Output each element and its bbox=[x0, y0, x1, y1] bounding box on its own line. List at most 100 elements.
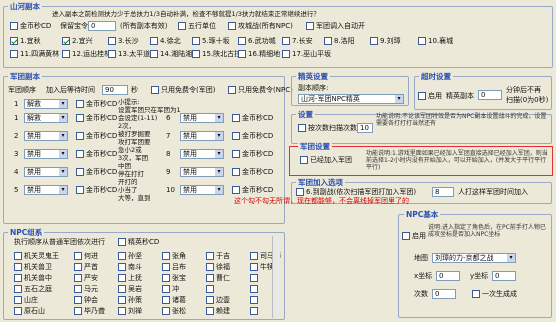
npc-checkbox[interactable] bbox=[250, 285, 260, 294]
npc-checkbox[interactable]: 孙坚 bbox=[118, 252, 142, 261]
checkbox-box[interactable] bbox=[118, 274, 126, 282]
npc-checkbox[interactable] bbox=[206, 285, 216, 294]
timeout-minutes-input[interactable]: 0 bbox=[478, 90, 502, 100]
join-people-input[interactable]: 8 bbox=[432, 187, 454, 197]
npc-checkbox[interactable]: 原石山 bbox=[14, 307, 45, 316]
checkbox-box[interactable] bbox=[206, 263, 214, 271]
wait-time-input[interactable]: 90 bbox=[102, 85, 128, 95]
city-checkbox[interactable]: 6.武功城 bbox=[238, 37, 276, 46]
checkbox-box[interactable] bbox=[162, 263, 170, 271]
npc-checkbox[interactable]: 毕乃聋 bbox=[74, 307, 105, 316]
npc-checkbox[interactable]: 严安 bbox=[74, 274, 98, 283]
checkbox-row-gold-cd[interactable]: 金币秒CD bbox=[76, 150, 117, 159]
city-checkbox[interactable]: 10.襄城 bbox=[418, 37, 453, 46]
checkbox-box[interactable] bbox=[250, 252, 258, 260]
checkbox-row-gold-cd[interactable]: 金币秒CD bbox=[232, 168, 273, 177]
city-checkbox[interactable]: 5.琢十坂 bbox=[192, 37, 230, 46]
checkbox-box[interactable] bbox=[150, 37, 158, 45]
army-row-select[interactable]: 禁用 bbox=[24, 131, 68, 141]
city-checkbox[interactable]: 7.长安 bbox=[282, 37, 313, 46]
npc-checkbox[interactable]: 钟会 bbox=[74, 296, 98, 305]
npc-checkbox[interactable]: 诸葛 bbox=[162, 296, 186, 305]
npc-checkbox[interactable]: 上抚 bbox=[118, 274, 142, 283]
checkbox-box[interactable] bbox=[14, 274, 22, 282]
checkbox-box[interactable] bbox=[118, 307, 126, 315]
checkbox-box[interactable] bbox=[250, 296, 258, 304]
city-checkbox[interactable]: 16.精细地 bbox=[238, 50, 280, 59]
city-checkbox[interactable]: 12.运出桂林 bbox=[62, 50, 111, 59]
checkbox-box[interactable] bbox=[76, 114, 84, 122]
npc-checkbox[interactable]: 机关兽中 bbox=[14, 274, 52, 283]
checkbox-box[interactable] bbox=[250, 263, 258, 271]
checkbox-box[interactable] bbox=[10, 22, 18, 30]
city-checkbox[interactable]: 1.宜秋 bbox=[10, 37, 41, 46]
checkbox-box[interactable] bbox=[370, 37, 378, 45]
checkbox-box[interactable] bbox=[206, 307, 214, 315]
army-select-top[interactable]: 解救 bbox=[24, 99, 68, 109]
city-checkbox[interactable]: 15.陕北古拉 bbox=[192, 50, 241, 59]
checkbox-box[interactable] bbox=[232, 132, 240, 140]
checkbox-box[interactable] bbox=[418, 37, 426, 45]
checkbox-box[interactable] bbox=[232, 186, 240, 194]
npc-checkbox[interactable]: 严首 bbox=[74, 263, 98, 272]
npc-checkbox[interactable]: 南斗 bbox=[118, 263, 142, 272]
checkbox-free-army[interactable]: 只用免费令(军团) bbox=[151, 86, 215, 95]
checkbox-box[interactable] bbox=[162, 285, 170, 293]
npc-checkbox[interactable] bbox=[250, 307, 260, 316]
checkbox-already-joined[interactable]: 已经加入军团 bbox=[300, 156, 352, 165]
checkbox-row-gold-cd[interactable]: 金币秒CD bbox=[232, 114, 273, 123]
npc-checkbox[interactable]: 徐福 bbox=[206, 263, 230, 272]
checkbox-box[interactable] bbox=[62, 37, 70, 45]
elite-order-select[interactable]: 山河-军团NPC精英 bbox=[298, 94, 404, 104]
checkbox-timeout-enable[interactable]: 启用 bbox=[418, 92, 442, 101]
checkbox-box[interactable] bbox=[14, 263, 22, 271]
checkbox-box[interactable] bbox=[74, 296, 82, 304]
checkbox-box[interactable] bbox=[14, 285, 22, 293]
checkbox-box[interactable] bbox=[192, 37, 200, 45]
army-row-select[interactable]: 禁用 bbox=[24, 149, 68, 159]
npc-checkbox[interactable]: 赖建 bbox=[206, 307, 230, 316]
army-row-select[interactable]: 禁用 bbox=[24, 185, 68, 195]
checkbox-box[interactable] bbox=[162, 274, 170, 282]
checkbox-box[interactable] bbox=[118, 285, 126, 293]
npc-checkbox[interactable]: 孙策 bbox=[118, 296, 142, 305]
checkbox-box[interactable] bbox=[10, 37, 18, 45]
checkbox-box[interactable] bbox=[108, 37, 116, 45]
army-row-select[interactable]: 禁用 bbox=[180, 131, 224, 141]
checkbox-army-auto[interactable]: 军团调入自动开 bbox=[306, 22, 365, 31]
npc-checkbox[interactable]: 吴岩 bbox=[118, 285, 142, 294]
npc-checkbox[interactable]: 牛犊 bbox=[250, 263, 274, 272]
checkbox-box[interactable] bbox=[74, 307, 82, 315]
checkbox-box[interactable] bbox=[238, 50, 246, 58]
checkbox-box[interactable] bbox=[282, 50, 290, 58]
npc-checkbox[interactable]: 冲 bbox=[162, 285, 179, 294]
city-checkbox[interactable]: 2.宜兴 bbox=[62, 37, 93, 46]
checkbox-elite-cd[interactable]: 精英秒CD bbox=[118, 238, 159, 247]
npc-checkbox[interactable]: 五石之庭 bbox=[14, 285, 52, 294]
checkbox-row-gold-cd[interactable]: 金币秒CD bbox=[76, 114, 117, 123]
checkbox-box[interactable] bbox=[250, 274, 258, 282]
checkbox-one-time[interactable]: 一次生成成 bbox=[472, 290, 517, 299]
checkbox-five-elements[interactable]: 五行单位 bbox=[178, 22, 216, 31]
npc-checkbox[interactable] bbox=[250, 296, 260, 305]
checkbox-box[interactable] bbox=[206, 285, 214, 293]
checkbox-box[interactable] bbox=[14, 307, 22, 315]
checkbox-row-gold-cd[interactable]: 金币秒CD bbox=[232, 150, 273, 159]
checkbox-row-gold-cd[interactable]: 金币秒CD bbox=[232, 132, 273, 141]
count-input[interactable]: 10 bbox=[357, 123, 373, 133]
y-input[interactable]: 0 bbox=[492, 271, 516, 281]
checkbox-box[interactable] bbox=[192, 50, 200, 58]
checkbox-keep-baoling[interactable]: 保留宝令 bbox=[60, 22, 88, 31]
npc-checkbox[interactable]: 机关灵鬼王 bbox=[14, 252, 59, 261]
army-row-select[interactable]: 禁用 bbox=[180, 185, 224, 195]
checkbox-box[interactable] bbox=[74, 285, 82, 293]
checkbox-box[interactable] bbox=[232, 168, 240, 176]
army-row-select[interactable]: 禁用 bbox=[24, 167, 68, 177]
army-row-select[interactable]: 禁用 bbox=[180, 113, 224, 123]
npc-checkbox[interactable]: 机关兽卫 bbox=[14, 263, 52, 272]
checkbox-box[interactable] bbox=[118, 252, 126, 260]
npc-checkbox[interactable]: 曹仁 bbox=[206, 274, 230, 283]
checkbox-box[interactable] bbox=[282, 37, 290, 45]
checkbox-npc-enable[interactable]: 启用 bbox=[402, 232, 426, 241]
npc-count-input[interactable]: 0 bbox=[432, 289, 456, 299]
